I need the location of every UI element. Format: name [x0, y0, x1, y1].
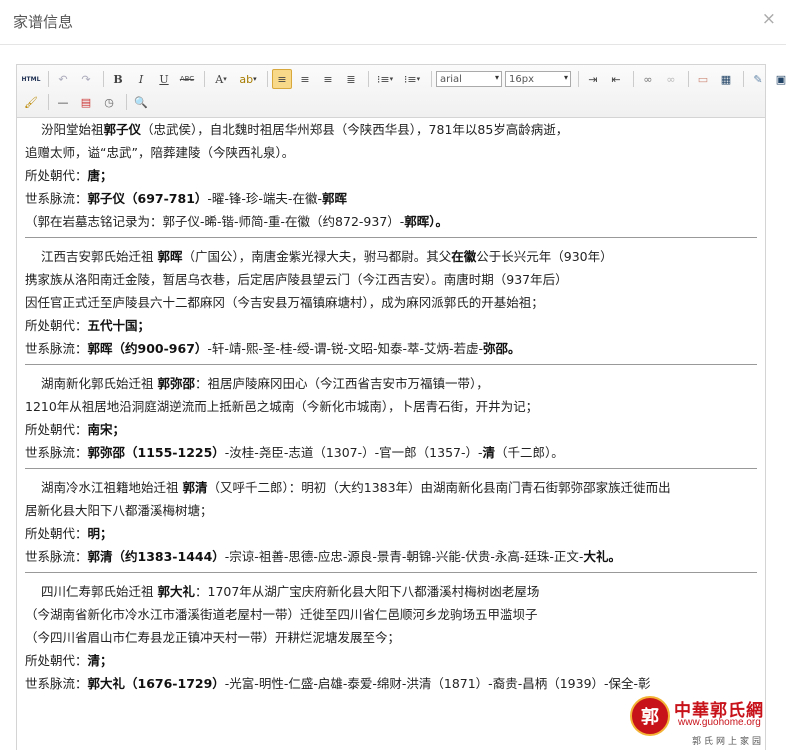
font-color-button[interactable]: A ▾	[209, 69, 233, 89]
dynasty-line: 所处朝代：南宋；	[25, 422, 126, 437]
entry-text-line: 汾阳堂始祖郭子仪（忠武侯），自北魏时祖居华州郑县（今陕西华县），781年以85岁…	[41, 122, 569, 137]
strikethrough-button[interactable]: ABC	[177, 69, 197, 89]
entry-text-line: 携家族从洛阳南迁金陵，暂居乌衣巷，后定居庐陵县望云门（今江西吉安）。南唐时期（9…	[25, 272, 568, 287]
lineage-line: 世系脉流：郭子仪（697-781）-曜-锋-珍-端夫-在徽-郭晖	[25, 191, 347, 206]
editor-toolbar: HTML ↶ ↷ B I U ABC A ▾ ab ▾ ≡ ≡ ≡ ≣ ⁝≡ ▾ ⁝≡…	[17, 65, 786, 118]
entry-text-line: （今湖南省新化市冷水江市潘溪街道老屋村一带）迁徙至四川省仁邑顺河乡龙驹场五甲滥坝…	[25, 607, 538, 622]
entry-text-line: （今四川省眉山市仁寿县龙正镇冲天村一带）开耕烂泥塘发展至今；	[25, 630, 401, 645]
font-size-value: 16px	[509, 73, 534, 85]
table-icon[interactable]: ▦	[716, 69, 736, 89]
guo-seal-logo: 郭	[630, 696, 670, 736]
align-center-icon[interactable]: ≡	[295, 69, 315, 89]
dynasty-line: 所处朝代：五代十国；	[25, 318, 151, 333]
highlight-color-icon[interactable]: ab ▾	[236, 69, 260, 89]
italic-button[interactable]: I	[131, 69, 151, 89]
genealogy-entry: 汾阳堂始祖郭子仪（忠武侯），自北魏时祖居华州郑县（今陕西华县），781年以85岁…	[25, 118, 757, 238]
dynasty-line: 所处朝代：清；	[25, 653, 113, 668]
entry-text-line: 因任官正式迁至庐陵县六十二都麻冈（今吉安县万福镇麻塘村），成为麻冈派郭氏的开基始…	[25, 295, 544, 310]
lineage-line: 世系脉流：郭弥邵（1155-1225）-汝桂-尧臣-志道（1307-）-官一郎（…	[25, 445, 564, 460]
genealogy-entry: 湖南新化郭氏始迁祖 郭弥邵：祖居庐陵麻冈田心（今江西省吉安市万福镇一带）， 12…	[25, 372, 757, 469]
watermark-url: www.guohome.org	[678, 717, 761, 728]
horizontal-rule-icon[interactable]: —	[53, 92, 73, 112]
indent-icon[interactable]: ⇥	[583, 69, 603, 89]
undo-icon[interactable]: ↶	[53, 69, 73, 89]
entry-text-line: 居新化县大阳下八都潘溪梅树塘；	[25, 503, 213, 518]
close-icon[interactable]: ×	[762, 9, 776, 29]
font-color-label: A	[215, 72, 224, 86]
entry-text-line: 湖南冷水江祖籍地始迁祖 郭清（又呼千二郎）：明初（大约1383年）由湖南新化县南…	[41, 480, 671, 495]
dialog-header: 家谱信息 ×	[0, 0, 786, 45]
html-source-button[interactable]: HTML	[21, 69, 41, 89]
lineage-line: 世系脉流：郭清（约1383-1444）-宗谅-祖善-思德-应忠-源良-景青-朝锦…	[25, 549, 621, 564]
unordered-list-icon[interactable]: ⁝≡ ▾	[400, 69, 424, 89]
date-icon[interactable]: ▤	[76, 92, 96, 112]
link-icon[interactable]: ∞	[638, 69, 658, 89]
genealogy-entry: 湖南冷水江祖籍地始迁祖 郭清（又呼千二郎）：明初（大约1383年）由湖南新化县南…	[25, 476, 757, 573]
unlink-icon[interactable]: ∞	[661, 69, 681, 89]
font-size-select[interactable]: 16px ▾	[505, 71, 571, 87]
underline-button[interactable]: U	[154, 69, 174, 89]
editor-content[interactable]: 汾阳堂始祖郭子仪（忠武侯），自北魏时祖居华州郑县（今陕西华县），781年以85岁…	[17, 118, 765, 706]
align-left-icon[interactable]: ≡	[272, 69, 292, 89]
entry-text-line: 1210年从祖居地沿洞庭湖逆流而上抵新邑之城南（今新化市城南），卜居青石街，开井…	[25, 399, 539, 414]
dynasty-line: 所处朝代：明；	[25, 526, 113, 541]
entry-text-line: 江西吉安郭氏始迁祖 郭晖（广国公），南唐金紫光禄大夫，驸马都尉。其父在徽公于长兴…	[41, 249, 613, 264]
font-family-select[interactable]: arial ▾	[436, 71, 502, 87]
dynasty-line: 所处朝代：唐；	[25, 168, 113, 183]
lineage-line: 世系脉流：郭晖（约900-967）-轩-靖-熙-圣-桂-绶-谓-锐-文昭-知泰-…	[25, 341, 521, 356]
genealogy-entry: 江西吉安郭氏始迁祖 郭晖（广国公），南唐金紫光禄大夫，驸马都尉。其父在徽公于长兴…	[25, 245, 757, 365]
image-icon[interactable]: ▭	[693, 69, 713, 89]
align-justify-icon[interactable]: ≣	[341, 69, 361, 89]
rich-text-editor[interactable]: HTML ↶ ↷ B I U ABC A ▾ ab ▾ ≡ ≡ ≡ ≣ ⁝≡ ▾ ⁝≡…	[16, 64, 786, 750]
outdent-icon[interactable]: ⇤	[606, 69, 626, 89]
lineage-line: 世系脉流：郭大礼（1676-1729）-光富-明性-仁盛-启雄-泰爱-绵财-洪清…	[25, 676, 651, 691]
eraser-icon[interactable]: ✎	[748, 69, 768, 89]
preview-icon[interactable]: 🔍	[131, 92, 151, 112]
entry-text-line: 追赠太师，谥“忠武”，陪葬建陵（今陕西礼泉）。	[25, 145, 295, 160]
entry-text-line: 四川仁寿郭氏始迁祖 郭大礼：1707年从湖广宝庆府新化县大阳下八都潘溪村梅树凼老…	[41, 584, 540, 599]
align-right-icon[interactable]: ≡	[318, 69, 338, 89]
fullscreen-icon[interactable]: ▣	[771, 69, 786, 89]
watermark-subtitle: 郭氏网上家园	[692, 737, 765, 747]
dialog-title: 家谱信息	[13, 13, 74, 31]
entry-text-line: 湖南新化郭氏始迁祖 郭弥邵：祖居庐陵麻冈田心（今江西省吉安市万福镇一带），	[41, 376, 489, 391]
redo-icon[interactable]: ↷	[76, 69, 96, 89]
format-painter-icon[interactable]: 🖌	[21, 92, 41, 112]
bold-button[interactable]: B	[108, 69, 128, 89]
ordered-list-icon[interactable]: ⁝≡ ▾	[373, 69, 397, 89]
font-family-value: arial	[440, 73, 462, 85]
site-watermark-logo: 郭 中華郭氏網 www.guohome.org 郭氏网上家园	[630, 696, 780, 747]
lineage-note: （郭在岩墓志铭记录为：郭子仪-晞-锴-师简-重-在徽（约872-937）-郭晖）…	[25, 214, 449, 229]
genealogy-entry: 四川仁寿郭氏始迁祖 郭大礼：1707年从湖广宝庆府新化县大阳下八都潘溪村梅树凼老…	[25, 580, 757, 699]
time-icon[interactable]: ◷	[99, 92, 119, 112]
